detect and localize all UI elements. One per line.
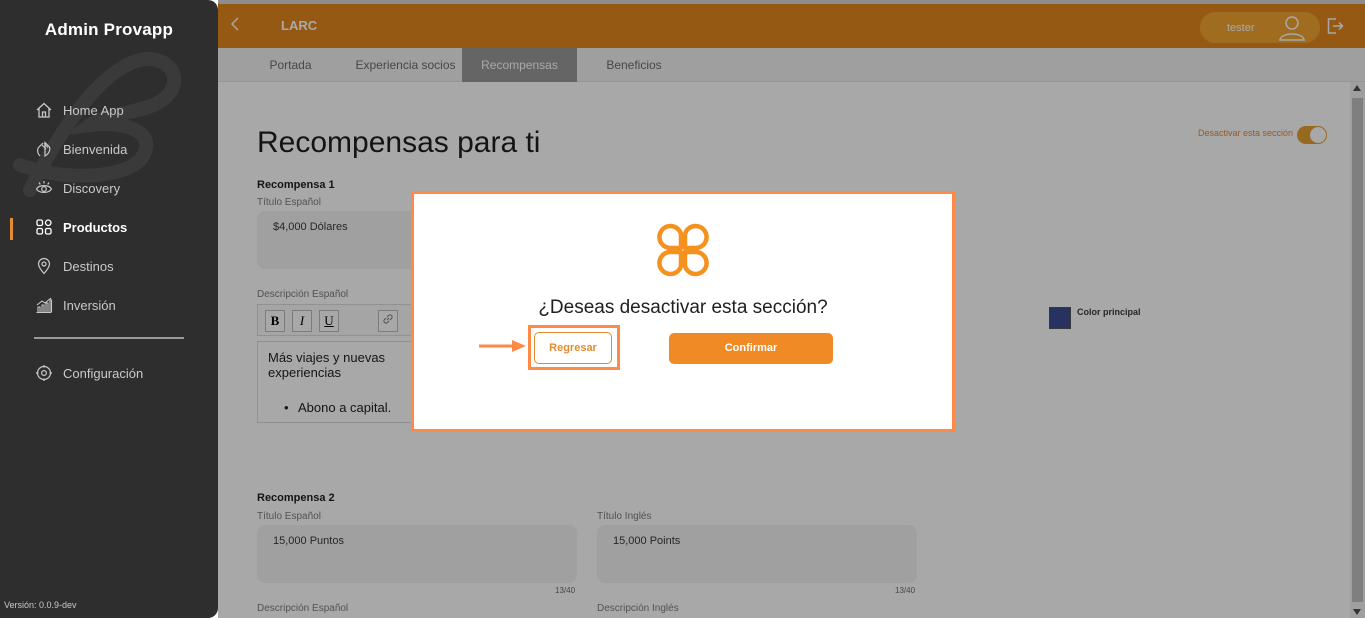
gear-icon — [34, 363, 54, 383]
sidebar-item-label: Productos — [63, 219, 128, 235]
sidebar-item-label: Home App — [63, 102, 124, 118]
sidebar-item-label: Discovery — [63, 180, 121, 196]
clover-logo-icon — [657, 223, 709, 277]
sidebar-item-discovery[interactable]: Discovery — [34, 176, 120, 200]
sidebar-item-label: Destinos — [63, 258, 114, 274]
regresar-button[interactable]: Regresar — [534, 332, 612, 364]
app-version: Versión: 0.0.9-dev — [4, 600, 77, 610]
active-indicator — [10, 218, 13, 240]
home-icon — [34, 100, 54, 120]
sidebar-item-productos[interactable]: Productos — [34, 215, 127, 239]
dialog-question: ¿Deseas desactivar esta sección? — [538, 297, 828, 318]
confirmar-button[interactable]: Confirmar — [669, 333, 833, 364]
confirm-dialog: ¿Deseas desactivar esta sección? Regresa… — [411, 191, 955, 432]
sidebar-item-label: Bienvenida — [63, 141, 128, 157]
sidebar-item-bienvenida[interactable]: Bienvenida — [34, 137, 127, 161]
sidebar-item-label: Inversión — [63, 297, 116, 313]
grid-icon — [34, 217, 54, 237]
sidebar: Admin Provapp Home App Bienvenida Discov… — [0, 0, 218, 618]
wave-hand-icon — [34, 139, 54, 159]
sidebar-item-home-app[interactable]: Home App — [34, 98, 124, 122]
pointer-arrow-icon — [479, 340, 526, 352]
sidebar-item-destinos[interactable]: Destinos — [34, 254, 114, 278]
eye-icon — [34, 178, 54, 198]
sidebar-item-configuracion[interactable]: Configuración — [34, 361, 143, 385]
brand-title: Admin Provapp — [44, 20, 174, 39]
chart-bars-icon — [34, 295, 54, 315]
location-pin-icon — [34, 256, 54, 276]
sidebar-divider — [34, 337, 184, 339]
sidebar-item-label: Configuración — [63, 365, 144, 381]
sidebar-item-inversion[interactable]: Inversión — [34, 293, 116, 317]
